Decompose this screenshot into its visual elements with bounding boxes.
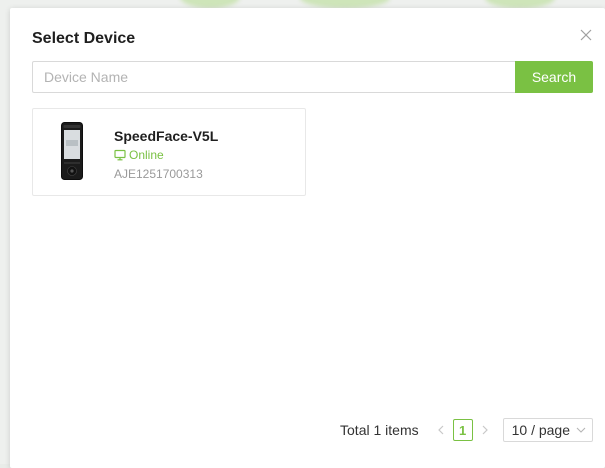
backdrop-blur bbox=[180, 0, 240, 8]
search-button[interactable]: Search bbox=[515, 61, 593, 93]
select-device-modal: Select Device Search SpeedFace-V5L bbox=[10, 8, 605, 468]
device-name: SpeedFace-V5L bbox=[114, 128, 219, 144]
chevron-down-icon bbox=[576, 427, 586, 433]
current-page-button[interactable]: 1 bbox=[452, 419, 473, 441]
device-name-search-input[interactable] bbox=[32, 61, 515, 93]
backdrop-blur bbox=[485, 0, 555, 8]
chevron-left-icon[interactable] bbox=[433, 418, 449, 442]
total-items-label: Total 1 items bbox=[340, 422, 419, 438]
modal-title: Select Device bbox=[32, 30, 136, 47]
monitor-icon bbox=[114, 149, 126, 161]
pagination: Total 1 items 1 10 / page bbox=[340, 418, 593, 442]
device-card[interactable]: SpeedFace-V5L Online AJE1251700313 bbox=[32, 108, 306, 196]
close-icon[interactable] bbox=[578, 27, 594, 43]
device-status-label: Online bbox=[129, 148, 164, 162]
search-row: Search bbox=[32, 61, 593, 93]
page-size-label: 10 / page bbox=[511, 422, 570, 438]
device-serial: AJE1251700313 bbox=[114, 167, 203, 181]
device-status: Online bbox=[114, 148, 164, 162]
page-size-select[interactable]: 10 / page bbox=[502, 418, 593, 442]
device-thumbnail bbox=[61, 122, 83, 180]
backdrop-blur bbox=[300, 0, 390, 8]
chevron-right-icon[interactable] bbox=[477, 418, 493, 442]
